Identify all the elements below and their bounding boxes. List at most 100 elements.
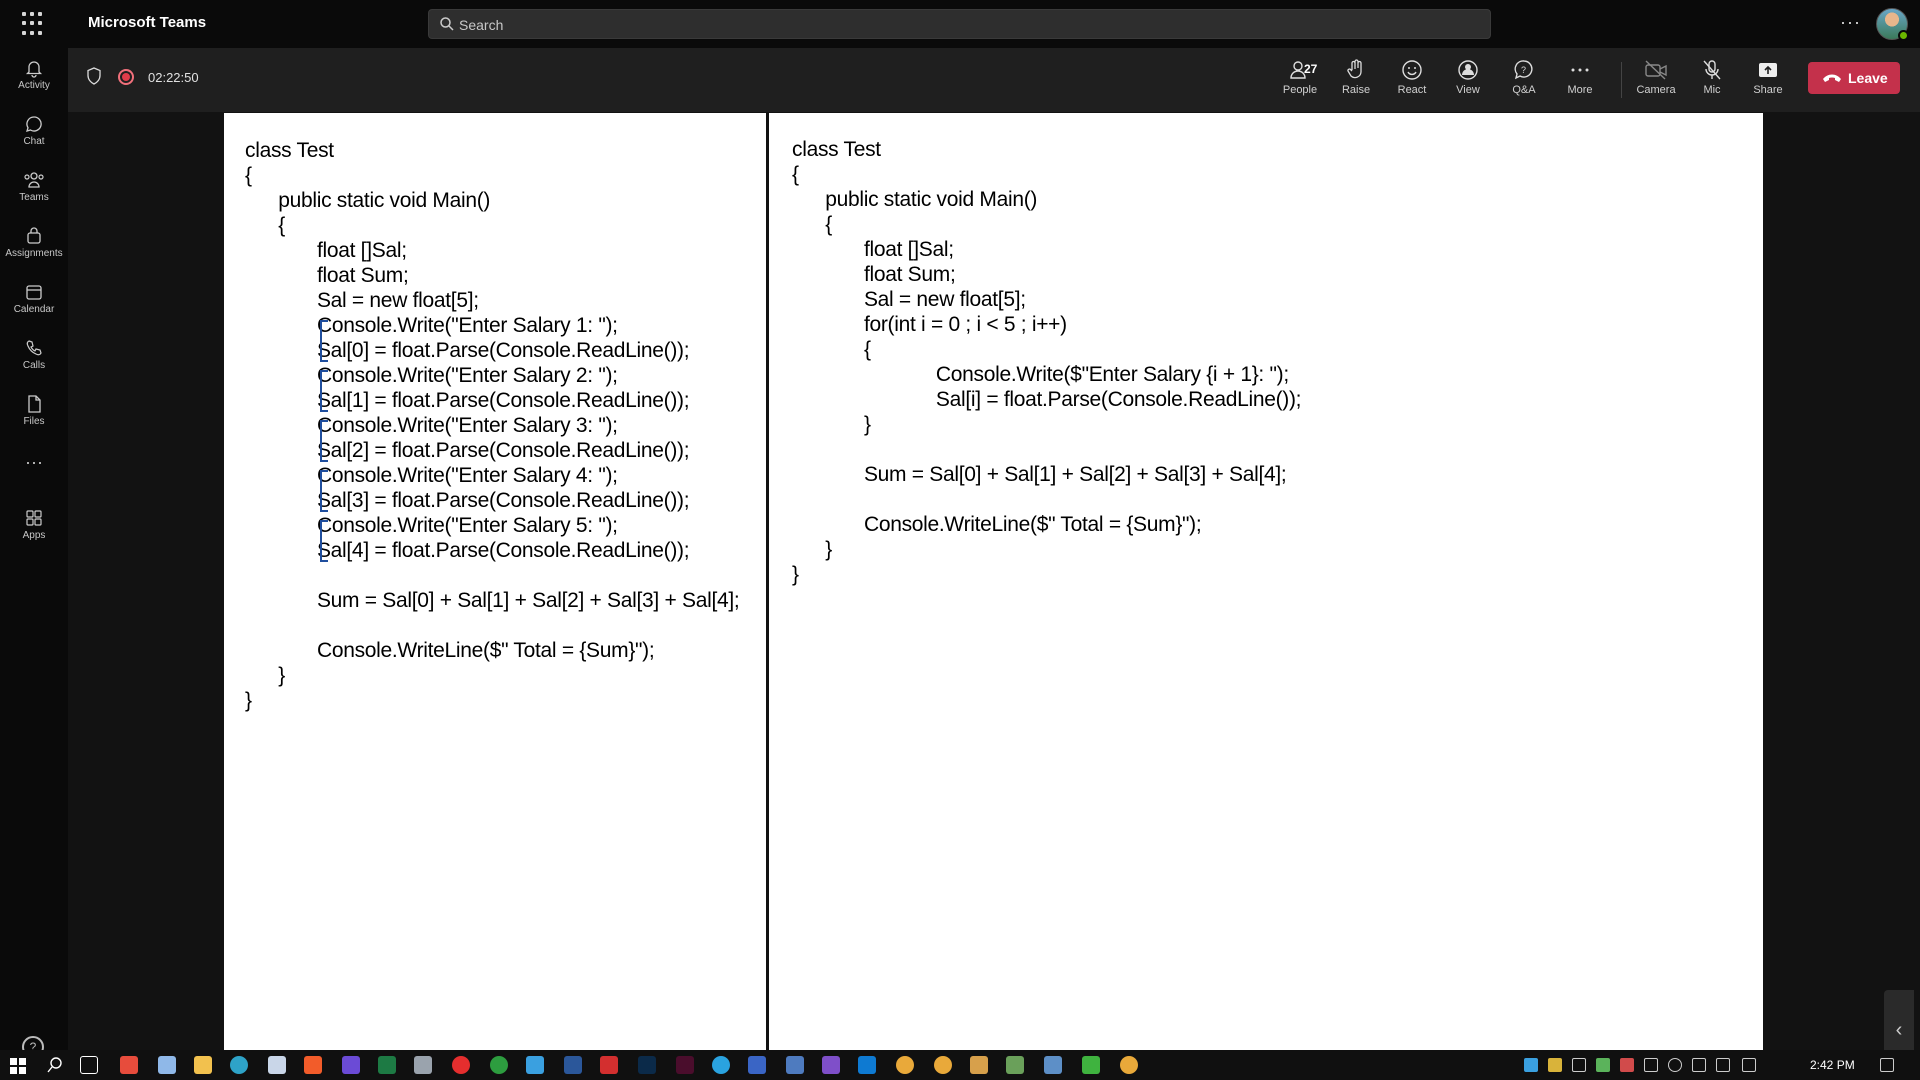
tray-icon[interactable] [1548,1058,1562,1072]
tool-label: More [1567,84,1593,96]
code-line: public static void Main() [792,188,1038,211]
notifications-icon[interactable] [1880,1058,1894,1072]
network-icon[interactable] [1692,1058,1706,1072]
taskbar-app-icon[interactable] [158,1056,176,1074]
view-button[interactable]: View [1440,58,1496,104]
tray-icon[interactable] [1596,1058,1610,1072]
code-line: } [792,538,832,561]
code-line: Sum = Sal[0] + Sal[1] + Sal[2] + Sal[3] … [245,589,740,612]
rail-item-files[interactable]: Files [0,390,68,440]
rail-item-assignments[interactable]: Assignments [0,222,68,272]
os-taskbar: 2:42 PM [0,1050,1920,1080]
tray-icon[interactable] [1572,1058,1586,1072]
taskbar-app-icon[interactable] [970,1056,988,1074]
qa-button[interactable]: ? Q&A [1496,58,1552,104]
taskbar-app-icon[interactable] [526,1056,544,1074]
acrobat-icon[interactable] [600,1056,618,1074]
rail-item-apps[interactable]: Apps [0,504,68,554]
volume-icon[interactable] [1716,1058,1730,1072]
tool-label: Raise [1341,84,1371,96]
taskbar-app-icon[interactable] [1082,1056,1100,1074]
vscode-icon[interactable] [858,1056,876,1074]
settings-more-icon[interactable]: ··· [1840,12,1861,33]
taskbar-app-icon[interactable] [748,1056,766,1074]
chrome-icon[interactable] [896,1056,914,1074]
meeting-toolbar: 02:22:50 27 People Raise React View ? Q&… [68,48,1920,112]
taskbar-clock[interactable]: 2:42 PM [1810,1058,1855,1072]
code-line: float Sum; [245,264,409,287]
avatar[interactable] [1876,8,1909,41]
visual-studio-icon[interactable] [822,1056,840,1074]
code-line: { [792,163,799,186]
svg-text:?: ? [1521,65,1526,75]
tool-label: React [1397,84,1427,96]
code-line: Console.Write($"Enter Salary {i + 1}: ")… [792,363,1289,386]
raise-hand-button[interactable]: Raise [1328,58,1384,104]
chat-icon [26,116,42,132]
code-line: { [792,338,871,361]
calculator-icon[interactable] [414,1056,432,1074]
chrome-icon[interactable] [1120,1056,1138,1074]
meeting-timer: 02:22:50 [148,70,199,85]
smiley-icon [1402,60,1422,80]
rail-item-calls[interactable]: Calls [0,334,68,384]
chrome-icon[interactable] [934,1056,952,1074]
brave-icon[interactable] [304,1056,322,1074]
word-icon[interactable] [564,1056,582,1074]
microphone-icon[interactable] [1668,1058,1682,1072]
shield-icon [87,67,101,85]
code-line: Sum = Sal[0] + Sal[1] + Sal[2] + Sal[3] … [792,463,1287,486]
taskbar-app-icon[interactable] [268,1056,286,1074]
qa-icon: ? [1514,60,1533,80]
windows-start-icon[interactable] [10,1058,26,1074]
tray-icon[interactable] [1620,1058,1634,1072]
excel-icon[interactable] [378,1056,396,1074]
recording-icon [118,69,134,85]
rail-item-teams[interactable]: Teams [0,166,68,216]
opera-icon[interactable] [452,1056,470,1074]
keyboard-icon[interactable] [1742,1058,1756,1072]
edge-icon[interactable] [230,1056,248,1074]
tool-label: Share [1753,84,1783,96]
code-line: Sal = new float[5]; [245,289,479,312]
rail-item-chat[interactable]: Chat [0,110,68,160]
share-button[interactable]: Share [1740,58,1796,104]
tool-label: Camera [1636,84,1676,96]
taskbar-app-icon[interactable] [786,1056,804,1074]
taskbar-app-icon[interactable] [120,1056,138,1074]
taskbar-app-icon[interactable] [1044,1056,1062,1074]
code-line: class Test [792,138,881,161]
people-button[interactable]: 27 People [1272,58,1328,104]
taskbar-app-icon[interactable] [342,1056,360,1074]
task-view-icon[interactable] [80,1056,98,1074]
taskbar-search-icon[interactable] [46,1056,64,1074]
code-line: Console.WriteLine($" Total = {Sum}"); [792,513,1202,536]
photoshop-icon[interactable] [638,1056,656,1074]
code-line: Sal = new float[5]; [792,288,1026,311]
code-line: { [245,214,285,237]
title-bar: Microsoft Teams Search ··· [0,0,1920,48]
code-line: { [245,164,252,187]
tray-icon[interactable] [1644,1058,1658,1072]
search-input[interactable]: Search [428,9,1491,39]
code-line: Sal[i] = float.Parse(Console.ReadLine())… [792,388,1302,411]
assignments-icon [27,227,41,244]
mic-button[interactable]: Mic [1684,58,1740,104]
right-code-panel: class Test{ public static void Main() { … [792,137,1302,587]
tray-icon[interactable] [1524,1058,1538,1072]
file-explorer-icon[interactable] [194,1056,212,1074]
more-apps-icon[interactable]: ··· [0,452,68,473]
rail-item-activity[interactable]: Activity [0,54,68,104]
taskbar-app-icon[interactable] [1006,1056,1024,1074]
indesign-icon[interactable] [676,1056,694,1074]
rail-item-calendar[interactable]: Calendar [0,278,68,328]
leave-button[interactable]: Leave [1808,62,1900,94]
react-button[interactable]: React [1384,58,1440,104]
camera-button[interactable]: Camera [1628,58,1684,104]
taskbar-app-icon[interactable] [490,1056,508,1074]
app-launcher-icon[interactable] [22,12,46,36]
telegram-icon[interactable] [712,1056,730,1074]
more-actions-button[interactable]: More [1552,58,1608,104]
